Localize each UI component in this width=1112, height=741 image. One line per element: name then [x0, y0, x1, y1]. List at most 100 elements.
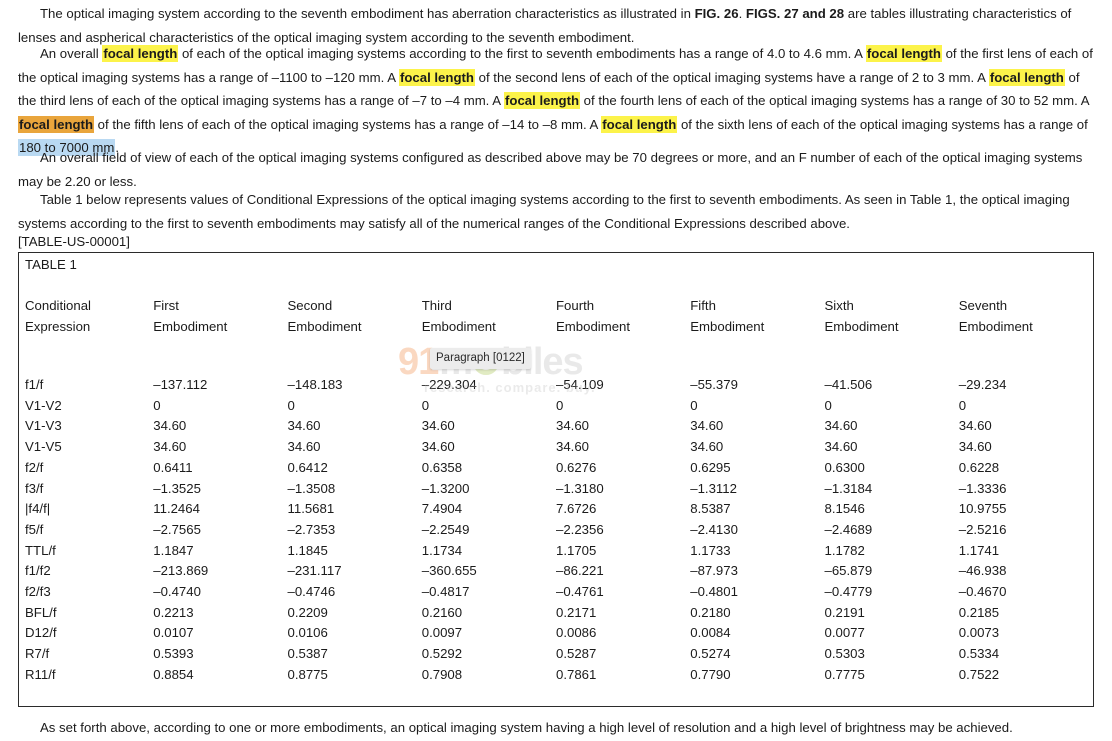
cell-r10-c0: –0.4740 — [153, 584, 201, 600]
p1-fig-26-reference: FIG. 26 — [694, 6, 739, 21]
col-header-line1: Third — [421, 298, 452, 313]
cell-r9-c2: –360.655 — [421, 563, 477, 579]
paragraph-2: An overall focal length of each of the o… — [18, 42, 1094, 160]
col-header-line2: Embodiment — [690, 319, 765, 334]
cell-r8-c6: 1.1741 — [958, 542, 1000, 558]
table-row: V1-V2 0 0 0 0 0 0 0 — [19, 396, 1093, 417]
cell-r11-c2: 0.2160 — [421, 604, 463, 620]
highlight-focal-length-2[interactable]: focal length — [865, 45, 942, 62]
col-header-sixth-embodiment: Sixth Embodiment — [825, 295, 959, 337]
table-identifier-label: [TABLE-US-00001] — [18, 234, 130, 249]
col-header-line2: Embodiment — [287, 319, 362, 334]
cell-r3-c3: 34.60 — [556, 439, 590, 455]
conditional-expression-table: TABLE 1 Conditional Expression First Emb… — [18, 252, 1094, 707]
cell-r0-c6: –29.234 — [958, 377, 1007, 392]
table-row: f2/f 0.6411 0.6412 0.6358 0.6276 0.6295 0.6300… — [19, 458, 1093, 479]
cell-r14-c1: 0.8775 — [287, 666, 328, 682]
paragraph-4: Table 1 below represents values of Condi… — [18, 188, 1094, 235]
col-header-seventh-embodiment: Seventh Embodiment — [959, 295, 1093, 337]
cell-r0-c4: –55.379 — [690, 377, 738, 392]
row-label-2: V1-V3 — [25, 418, 62, 434]
table-row: f1/f –137.112 –148.183 –229.304 –54.109 –55.3… — [19, 375, 1093, 396]
row-label-9: f1/f2 — [25, 563, 51, 579]
spacer-cell — [153, 337, 287, 375]
table-row: D12/f 0.0107 0.0106 0.0097 0.0086 0.0084 0.007… — [19, 623, 1093, 644]
table-row: BFL/f 0.2213 0.2209 0.2160 0.2171 0.2180 0.219… — [19, 603, 1093, 624]
cell-r6-c6: 10.9755 — [958, 501, 1007, 517]
col-header-line1: First — [153, 298, 179, 313]
cell-r7-c6: –2.5216 — [958, 521, 1007, 537]
table-title: TABLE 1 — [25, 257, 77, 272]
paragraph-3-text: An overall field of view of each of the … — [18, 150, 1083, 189]
col-header-fifth-embodiment: Fifth Embodiment — [690, 295, 824, 337]
cell-r8-c1: 1.1845 — [287, 542, 328, 558]
cell-r8-c3: 1.1705 — [556, 542, 597, 558]
cell-r13-c2: 0.5292 — [421, 646, 463, 662]
highlight-focal-length-5[interactable]: focal length — [504, 92, 581, 109]
paragraph-3: An overall field of view of each of the … — [18, 146, 1094, 193]
cell-r14-c0: 0.8854 — [153, 666, 194, 682]
cell-r10-c3: –0.4761 — [556, 584, 604, 600]
table-grid: Conditional Expression First Embodiment … — [19, 295, 1093, 686]
cell-r2-c0: 34.60 — [153, 418, 187, 434]
cell-r14-c5: 0.7775 — [824, 666, 865, 682]
cell-r2-c2: 34.60 — [421, 418, 455, 434]
cell-r10-c4: –0.4801 — [690, 584, 738, 600]
p1-figs-27-28-reference: FIGS. 27 and 28 — [745, 6, 845, 21]
cell-r5-c5: –1.3184 — [824, 480, 873, 496]
cell-r12-c5: 0.0077 — [824, 625, 865, 641]
cell-r5-c6: –1.3336 — [958, 480, 1007, 496]
highlight-focal-length-7[interactable]: focal length — [601, 115, 678, 133]
cell-r5-c1: –1.3508 — [287, 480, 336, 496]
closing-paragraph: As set forth above, according to one or … — [40, 720, 1013, 735]
table-body: f1/f –137.112 –148.183 –229.304 –54.109 –55.3… — [19, 375, 1093, 686]
row-label-6: |f4/f| — [25, 501, 51, 517]
cell-r5-c0: –1.3525 — [153, 480, 201, 496]
cell-r4-c1: 0.6412 — [287, 459, 328, 475]
cell-r2-c1: 34.60 — [287, 418, 321, 434]
cell-r3-c4: 34.60 — [690, 439, 724, 455]
col-header-conditional-expression: Conditional Expression — [19, 295, 153, 337]
cell-r9-c3: –86.221 — [556, 563, 604, 579]
cell-r4-c0: 0.6411 — [153, 459, 193, 475]
cell-r14-c6: 0.7522 — [958, 666, 1000, 682]
paragraph-tooltip: Paragraph [0122] — [430, 348, 531, 369]
cell-r7-c2: –2.2549 — [421, 521, 470, 537]
cell-r9-c5: –65.879 — [824, 563, 873, 579]
highlight-focal-length-1[interactable]: focal length — [102, 45, 179, 62]
cell-r5-c2: –1.3200 — [421, 480, 470, 496]
spacer-cell — [556, 337, 690, 375]
highlight-focal-length-6-active[interactable]: focal length — [18, 115, 94, 133]
table-header-row: Conditional Expression First Embodiment … — [19, 295, 1093, 337]
p2-seg-4: of the second lens of each of the optica… — [474, 69, 989, 85]
highlight-focal-length-3[interactable]: focal length — [398, 68, 475, 86]
row-label-1: V1-V2 — [25, 397, 62, 413]
cell-r13-c3: 0.5287 — [556, 646, 597, 662]
cell-r6-c3: 7.6726 — [556, 501, 597, 517]
col-header-third-embodiment: Third Embodiment — [422, 295, 556, 337]
col-header-line1: Fifth — [690, 298, 716, 313]
p2-seg-8: of the sixth lens of each of the optical… — [677, 116, 1088, 132]
col-header-line2: Embodiment — [421, 319, 496, 334]
col-header-line2: Embodiment — [153, 319, 228, 334]
p2-seg-6: of the fourth lens of each of the optica… — [580, 93, 1089, 108]
table-row: V1-V3 34.60 34.60 34.60 34.60 34.60 34.60 34.60 — [19, 416, 1093, 437]
cell-r11-c5: 0.2191 — [824, 604, 865, 620]
table-row: TTL/f 1.1847 1.1845 1.1734 1.1705 1.1733 1.178… — [19, 541, 1093, 562]
cell-r8-c0: 1.1847 — [153, 542, 194, 558]
table-row: V1-V5 34.60 34.60 34.60 34.60 34.60 34.60 34.60 — [19, 437, 1093, 458]
cell-r11-c6: 0.2185 — [958, 604, 1000, 620]
table-header-spacer-row — [19, 337, 1093, 375]
cell-r11-c1: 0.2209 — [287, 604, 328, 620]
cell-r6-c1: 11.5681 — [287, 501, 335, 517]
col-header-line1: Seventh — [958, 298, 1008, 313]
col-header-fourth-embodiment: Fourth Embodiment — [556, 295, 690, 337]
cell-r7-c5: –2.4689 — [824, 521, 873, 537]
cell-r12-c6: 0.0073 — [958, 625, 1000, 641]
paragraph-4-text: Table 1 below represents values of Condi… — [18, 192, 1070, 231]
col-header-first-embodiment: First Embodiment — [153, 295, 287, 337]
row-label-8: TTL/f — [25, 542, 56, 558]
highlight-focal-length-4[interactable]: focal length — [988, 68, 1065, 86]
cell-r12-c0: 0.0107 — [153, 625, 194, 641]
cell-r0-c3: –54.109 — [556, 377, 604, 392]
